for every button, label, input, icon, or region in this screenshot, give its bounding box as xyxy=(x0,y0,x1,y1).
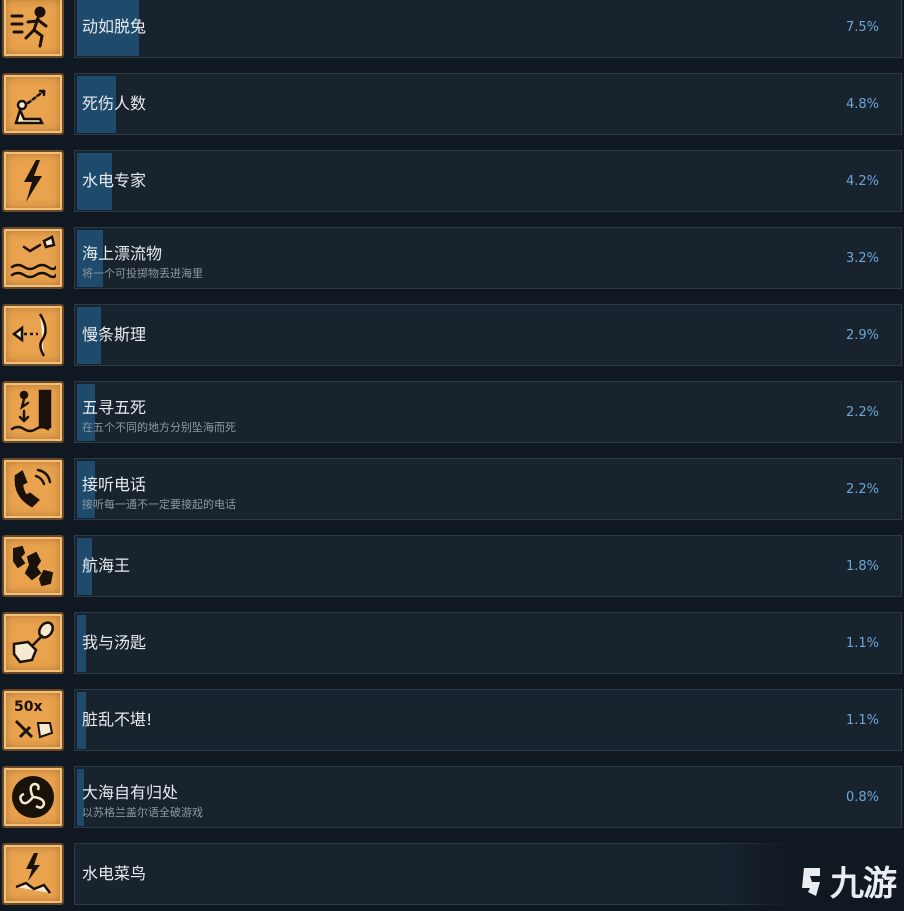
running-man-icon xyxy=(2,0,64,58)
achievement-row[interactable]: 动如脱兔 7.5% xyxy=(0,0,904,60)
watermark: 九游 xyxy=(720,829,904,911)
achievement-title: 航海王 xyxy=(82,556,131,575)
nine-game-logo-icon xyxy=(802,867,820,896)
falling-figure-icon xyxy=(2,381,64,443)
achievement-panel: 五寻五死 在五个不同的地方分别坠海而死 2.2% xyxy=(74,381,902,443)
unlock-percent: 7.5% xyxy=(845,20,879,35)
achievement-row[interactable]: 水电专家 4.2% xyxy=(0,150,904,214)
achievement-row[interactable]: 接听电话 接听每一通不一定要接起的电话 2.2% xyxy=(0,458,904,522)
achievement-title: 水电专家 xyxy=(82,171,147,190)
achievement-panel: 接听电话 接听每一通不一定要接起的电话 2.2% xyxy=(74,458,902,520)
watermark-logo: 九游 xyxy=(798,856,897,905)
achievement-row[interactable]: 航海王 1.8% xyxy=(0,535,904,599)
achievement-panel: 我与汤匙 1.1% xyxy=(74,612,902,674)
map-icon xyxy=(2,535,64,597)
achievement-description: 将一个可投掷物丢进海里 xyxy=(82,267,203,280)
achievement-row[interactable]: 50x 脏乱不堪! 1.1% xyxy=(0,689,904,753)
watermark-text: 九游 xyxy=(830,864,897,904)
achievement-panel: 死伤人数 4.8% xyxy=(74,73,902,135)
achievement-row[interactable]: 大海自有归处 以苏格兰盖尔语全破游戏 0.8% xyxy=(0,766,904,830)
achievement-title: 五寻五死 xyxy=(82,398,147,417)
slow-arrow-icon xyxy=(2,304,64,366)
hand-spoon-icon xyxy=(2,612,64,674)
svg-text:50x: 50x xyxy=(14,699,43,715)
lightning-falling-icon xyxy=(2,843,64,905)
achievement-title: 脏乱不堪! xyxy=(82,710,153,729)
achievement-row[interactable]: 死伤人数 4.8% xyxy=(0,73,904,137)
achievement-panel: 慢条斯理 2.9% xyxy=(74,304,902,366)
unlock-percent: 2.2% xyxy=(845,405,879,420)
unlock-percent: 4.2% xyxy=(845,174,879,189)
achievement-panel: 航海王 1.8% xyxy=(74,535,902,597)
unlock-percent: 1.1% xyxy=(845,636,879,651)
50x-tools-icon: 50x xyxy=(2,689,64,751)
achievement-panel: 水电专家 4.2% xyxy=(74,150,902,212)
unlock-percent: 3.2% xyxy=(845,251,879,266)
achievement-title: 慢条斯理 xyxy=(82,325,147,344)
achievement-title: 动如脱兔 xyxy=(82,17,147,36)
unlock-percent: 0.8% xyxy=(845,790,879,805)
achievement-title: 接听电话 xyxy=(82,475,147,494)
unlock-percent: 1.1% xyxy=(845,713,879,728)
achievement-panel: 大海自有归处 以苏格兰盖尔语全破游戏 0.8% xyxy=(74,766,902,828)
triskelion-icon xyxy=(2,766,64,828)
achievement-title: 海上漂流物 xyxy=(82,244,163,263)
lightning-bolt-icon xyxy=(2,150,64,212)
achievement-description: 以苏格兰盖尔语全破游戏 xyxy=(82,806,203,819)
achievement-row[interactable]: 我与汤匙 1.1% xyxy=(0,612,904,676)
achievement-title: 死伤人数 xyxy=(82,94,147,113)
sitting-figure-icon xyxy=(2,73,64,135)
unlock-percent: 2.2% xyxy=(845,482,879,497)
unlock-percent: 1.8% xyxy=(845,559,879,574)
achievement-description: 在五个不同的地方分别坠海而死 xyxy=(82,421,236,434)
unlock-percent: 4.8% xyxy=(845,97,879,112)
achievement-title: 我与汤匙 xyxy=(82,633,147,652)
achievement-title: 大海自有归处 xyxy=(82,783,179,802)
achievement-title: 水电菜鸟 xyxy=(82,864,147,883)
achievement-panel: 海上漂流物 将一个可投掷物丢进海里 3.2% xyxy=(74,227,902,289)
achievement-panel: 脏乱不堪! 1.1% xyxy=(74,689,902,751)
unlock-percent: 2.9% xyxy=(845,328,879,343)
phone-handset-icon xyxy=(2,458,64,520)
achievement-row[interactable]: 慢条斯理 2.9% xyxy=(0,304,904,368)
achievement-row[interactable]: 海上漂流物 将一个可投掷物丢进海里 3.2% xyxy=(0,227,904,291)
achievement-row[interactable]: 五寻五死 在五个不同的地方分别坠海而死 2.2% xyxy=(0,381,904,445)
achievement-description: 接听每一通不一定要接起的电话 xyxy=(82,498,236,511)
achievement-panel: 动如脱兔 7.5% xyxy=(74,0,902,58)
throw-into-sea-icon xyxy=(2,227,64,289)
